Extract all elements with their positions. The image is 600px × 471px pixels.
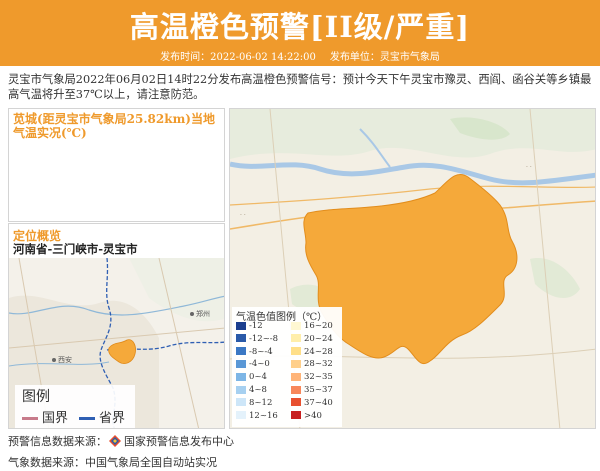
publisher: 发布单位：灵宝市气象局	[329, 52, 440, 63]
legend-label: 28~32	[304, 359, 333, 370]
legend-label: -4~0	[249, 359, 270, 370]
legend-label: 16~20	[304, 321, 333, 331]
temperature-legend-item: 0~4	[236, 372, 267, 384]
legend-swatch	[291, 334, 301, 343]
legend-swatch	[236, 347, 246, 356]
warning-meta: 发布时间：2022-06-02 14:22:00 发布单位：灵宝市气象局	[0, 48, 600, 63]
legend-swatch	[291, 398, 301, 407]
legend-label: 24~28	[304, 346, 333, 357]
legend-swatch	[291, 321, 301, 330]
legend-label: 35~37	[304, 385, 333, 395]
legend-label: 12~16	[249, 410, 278, 421]
legend-swatch	[236, 359, 246, 368]
warning-source: 预警信息数据来源： 国家预警信息发布中心	[8, 435, 234, 448]
legend-label: 4~8	[249, 385, 267, 395]
legend-swatch	[236, 385, 246, 394]
location-name: 河南省-三门峡市-灵宝市	[13, 242, 138, 256]
legend-swatch	[291, 411, 301, 420]
legend-swatch	[236, 398, 246, 407]
warning-title: 高温橙色预警[II级/严重]	[129, 10, 471, 44]
warning-header: 高温橙色预警[II级/严重] 发布时间：2022-06-02 14:22:00 发…	[0, 0, 600, 66]
temperature-legend-item: >40	[291, 411, 322, 423]
legend-swatch	[236, 372, 246, 381]
temperature-color-legend: 气温色值图例（℃） -12 -12~-8 -8~-4 -4~0 0~4 4~8 8~12 12…	[232, 307, 342, 427]
warning-description: 灵宝市气象局2022年06月02日14时22分发布高温橙色预警信号：预计今天下午…	[8, 73, 592, 101]
legend-label: 0~4	[249, 372, 267, 383]
legend-label: -12~-8	[249, 333, 279, 344]
legend-swatch	[291, 359, 301, 368]
temperature-legend-item: -12~-8	[236, 334, 278, 346]
temperature-legend-item: 37~40	[291, 398, 333, 410]
temperature-legend-item: -4~0	[236, 359, 270, 371]
legend-swatch	[291, 385, 301, 394]
weather-panel: 苋城(距灵宝市气象局25.82km)当地气温实况(℃)	[8, 108, 225, 222]
legend-label: 37~40	[304, 397, 333, 408]
warning-center-name[interactable]: 国家预警信息发布中心	[124, 435, 234, 448]
legend-national-border: 国界	[22, 407, 68, 426]
boundary-legend-title: 图例	[22, 389, 50, 405]
temperature-legend-item: 4~8	[236, 385, 267, 397]
temperature-legend-item: -8~-4	[236, 347, 273, 359]
temperature-legend-item: 28~32	[291, 359, 333, 371]
legend-label: 20~24	[304, 333, 333, 344]
legend-swatch	[236, 334, 246, 343]
map-label-zhengzhou: 郑州	[196, 310, 210, 318]
legend-swatch	[236, 411, 246, 420]
temperature-legend-item: 8~12	[236, 398, 272, 410]
warning-area-map-panel: · · · · 气温色值图例（℃） -12 -12~-8 -8~-4 -4~0 0~4 4…	[229, 108, 596, 429]
temperature-legend-item: 35~37	[291, 385, 333, 397]
weather-source: 气象数据来源：中国气象局全国自动站实况	[8, 456, 217, 469]
legend-label: 8~12	[249, 397, 273, 408]
boundary-legend: 图例 国界 省界	[15, 385, 135, 428]
warning-center-logo-icon	[109, 435, 121, 447]
weather-panel-title: 苋城(距灵宝市气象局25.82km)当地气温实况(℃)	[13, 112, 215, 140]
temperature-legend-item: 12~16	[236, 411, 278, 423]
legend-swatch	[236, 321, 246, 330]
temperature-legend-item: 16~20	[291, 321, 333, 333]
temperature-legend-item: 20~24	[291, 334, 333, 346]
legend-swatch	[291, 347, 301, 356]
svg-text:· ·: · ·	[526, 164, 532, 171]
legend-label: -12	[249, 321, 263, 331]
map-label-xian: 西安	[58, 355, 72, 364]
location-panel: 定位概览 河南省-三门峡市-灵宝市 郑州 西安 图例 国界 省界	[8, 223, 225, 429]
legend-label: 32~35	[304, 372, 333, 383]
legend-label: -8~-4	[249, 346, 273, 357]
temperature-legend-item: 24~28	[291, 347, 333, 359]
temperature-legend-item: -12	[236, 321, 263, 333]
svg-text:· ·: · ·	[240, 212, 246, 219]
legend-label: >40	[304, 410, 322, 421]
temperature-legend-item: 32~35	[291, 372, 333, 384]
legend-swatch	[291, 372, 301, 381]
publish-time: 发布时间：2022-06-02 14:22:00	[160, 52, 316, 63]
legend-province-border: 省界	[79, 407, 125, 426]
